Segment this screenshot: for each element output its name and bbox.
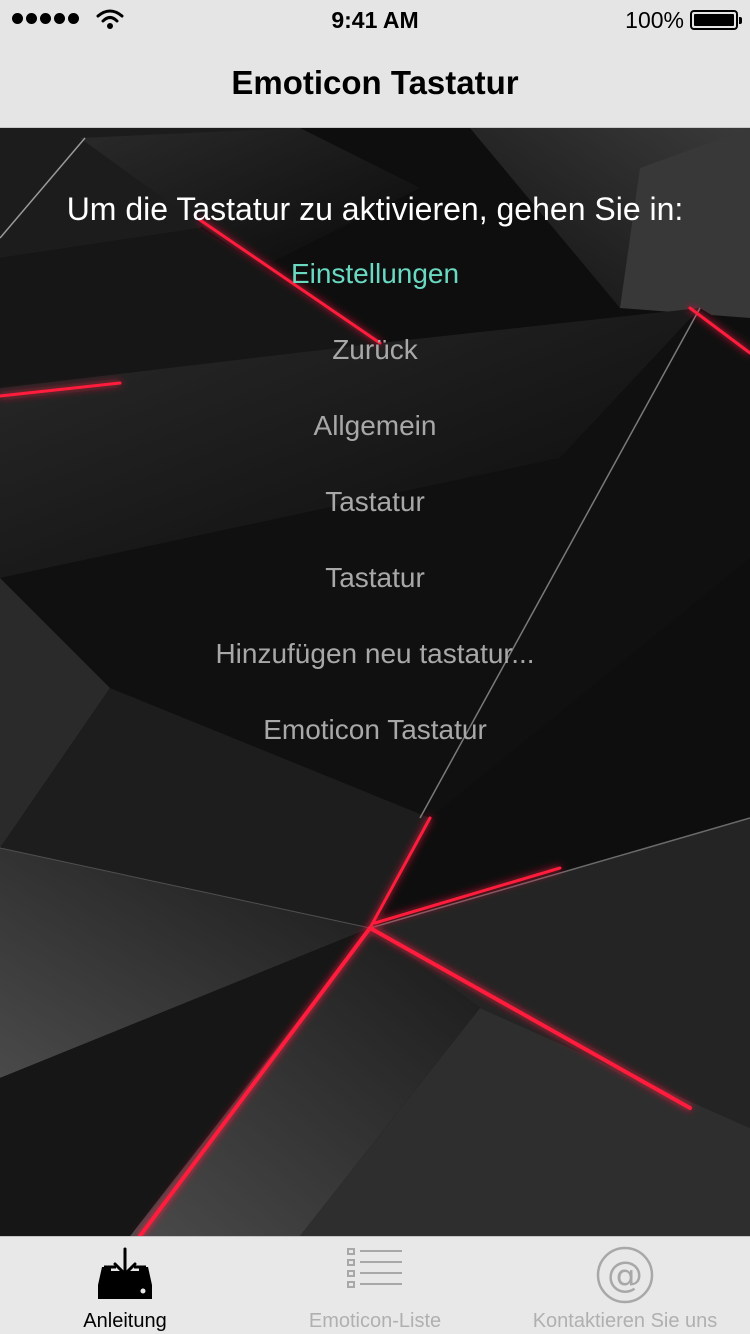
step-settings: Einstellungen (290, 258, 460, 289)
step-emoticon-keyboard: Emoticon Tastatur (263, 714, 487, 745)
step-back: Zurück (332, 334, 418, 365)
tab-bar: Anleitung Emoticon-Liste @ Kontaktieren … (0, 1236, 750, 1334)
tab-label-anleitung: Anleitung (83, 1310, 167, 1332)
list-icon (347, 1248, 402, 1288)
svg-text:@: @ (607, 1255, 643, 1296)
tab-label-kontaktieren: Kontaktieren Sie uns (532, 1310, 718, 1332)
battery-icon (690, 10, 742, 30)
page-title: Emoticon Tastatur (231, 64, 519, 101)
at-sign-icon: @ (596, 1246, 654, 1304)
tab-label-emoticon-liste: Emoticon-Liste (308, 1310, 442, 1332)
step-keyboard: Tastatur (325, 486, 425, 517)
tab-anleitung[interactable]: Anleitung (0, 1237, 250, 1334)
step-add-keyboard: Hinzufügen neu tastatur... (215, 638, 535, 669)
background-image (0, 128, 750, 1236)
tab-kontaktieren[interactable]: @ Kontaktieren Sie uns (500, 1237, 750, 1334)
step-keyboards: Tastatur (325, 562, 425, 593)
battery-percent: 100% (625, 7, 684, 33)
step-general: Allgemein (313, 410, 437, 441)
navigation-bar: Emoticon Tastatur (0, 40, 750, 128)
tab-emoticon-liste[interactable]: Emoticon-Liste (250, 1237, 500, 1334)
instructions-intro: Um die Tastatur zu aktivieren, gehen Sie… (66, 191, 684, 227)
status-bar: 9:41 AM 100% (0, 0, 750, 40)
instructions-screen: Um die Tastatur zu aktivieren, gehen Sie… (0, 128, 750, 1236)
download-tray-icon (98, 1245, 152, 1299)
